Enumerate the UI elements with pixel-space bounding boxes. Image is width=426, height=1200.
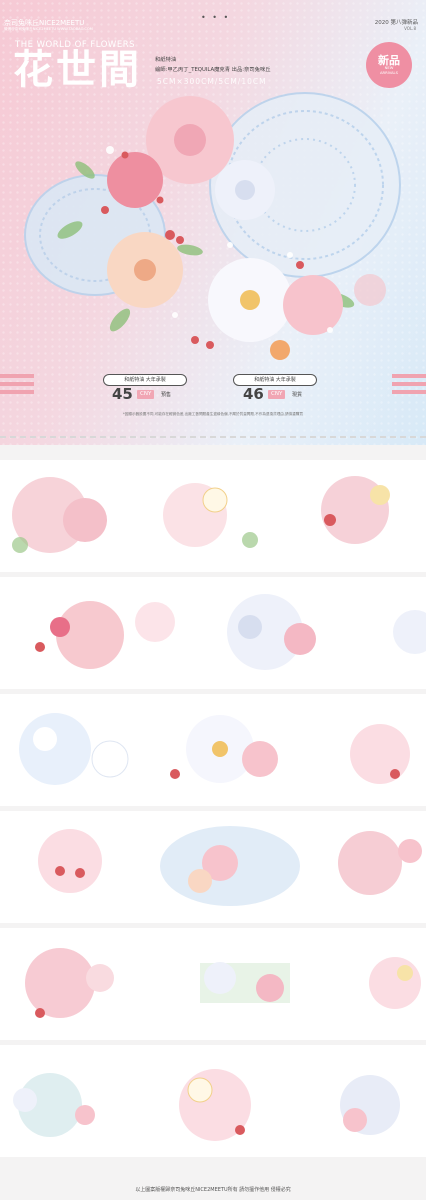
brand-url: 微博@奈司兔咪丘NICE2MEETU WWW.TAOBAO.COM <box>4 27 93 31</box>
badge-sub-2: ARRIVALS <box>380 70 398 75</box>
illustration-row-1-art <box>12 476 390 553</box>
product-1-price: 45 <box>112 385 133 403</box>
illustration-row-4-art <box>38 826 422 906</box>
size-info: 5CM×300CM/5CM/10CM <box>157 77 267 86</box>
disclaimer-note: *因顯示器設置不同,可能存在輕微色差,出廠工藝問題產生邊緣色偏,不屬於質量問題,… <box>122 412 303 416</box>
illustration-row-2 <box>0 577 426 689</box>
product-1-status: 預售 <box>161 392 172 398</box>
volume-label: VOL.8 <box>404 26 416 31</box>
material-info: 和紙特油 <box>155 57 177 63</box>
illustration-row-4 <box>0 811 426 923</box>
credit-info: 繪師:甲乙丙丁_TEQUILA魔克青 出品:奈司兔咪丘 <box>155 67 271 73</box>
illustration-row-3 <box>0 694 426 806</box>
illustration-row-6 <box>0 1045 426 1157</box>
badge-main: 新品 <box>378 53 400 67</box>
decor-stripes-left <box>0 374 34 398</box>
product-2-price: 46 <box>243 385 264 403</box>
product-2-currency: CNY <box>268 390 286 399</box>
nav-dots: • • • <box>201 13 231 22</box>
copyright-footer: 以上圖案版權歸奈司兔咪丘NICE2MEETU所有 請勿擅作他用 侵權必究 <box>135 1187 291 1193</box>
product-1-currency: CNY <box>137 390 155 399</box>
illustration-row-6-art <box>13 1069 400 1141</box>
illustration-row-1 <box>0 460 426 572</box>
page-title: 花世間 <box>13 47 142 93</box>
product-2-status: 現貨 <box>292 392 303 398</box>
illustration-row-5-art <box>25 948 421 1018</box>
decor-stripes-right <box>392 374 426 398</box>
divider <box>0 436 426 438</box>
hero-banner: 奈司兔咪丘NICE2MEETU 微博@奈司兔咪丘NICE2MEETU WWW.T… <box>0 0 426 445</box>
new-arrivals-badge: 新品 NEW ARRIVALS <box>366 42 412 88</box>
release-label: 2020 第八弹新品 <box>374 20 418 26</box>
page: 奈司兔咪丘NICE2MEETU 微博@奈司兔咪丘NICE2MEETU WWW.T… <box>0 0 426 1200</box>
illustration-row-5 <box>0 928 426 1040</box>
illustration-row-3-art <box>19 713 410 785</box>
illustration-row-2-art <box>35 594 426 670</box>
